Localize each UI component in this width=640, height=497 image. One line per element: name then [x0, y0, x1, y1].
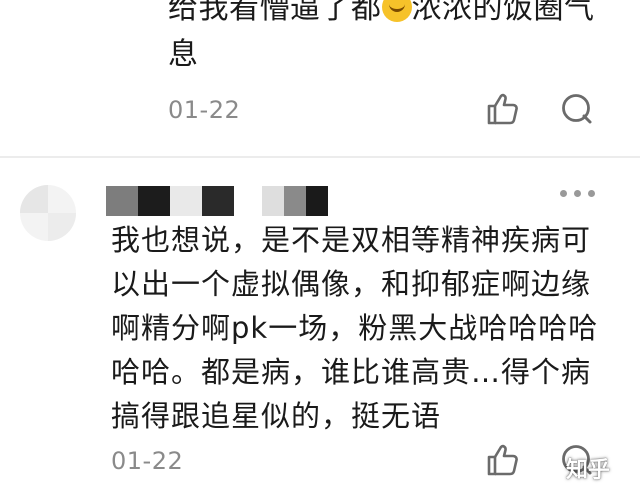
comment-date: 01-22 [111, 447, 184, 475]
previous-comment-text-part1: 给我看懵逼了都 [168, 0, 382, 26]
comment-bubble-icon[interactable] [560, 92, 594, 126]
comment-list: 给我看懵逼了都 浓浓的饭圈气息 01-22 我也想说，是不是双相等精神疾病可以出一… [0, 0, 640, 497]
thumbs-up-icon[interactable] [486, 443, 520, 477]
more-dots-icon[interactable] [560, 190, 595, 197]
previous-comment-date: 01-22 [168, 96, 241, 124]
comment-divider [0, 156, 640, 158]
username-redacted-part2 [262, 186, 328, 216]
comment-body: 我也想说，是不是双相等精神疾病可以出一个虚拟偶像，和抑郁症啊边缘啊精分啊pk一场… [111, 223, 599, 433]
previous-comment-text: 给我看懵逼了都 浓浓的饭圈气息 [168, 0, 618, 78]
rofl-emoji-icon [381, 0, 412, 22]
avatar[interactable] [20, 185, 76, 241]
username-redacted[interactable] [106, 186, 234, 216]
zhihu-watermark: 知乎 [566, 458, 611, 483]
thumbs-up-icon[interactable] [486, 92, 520, 126]
